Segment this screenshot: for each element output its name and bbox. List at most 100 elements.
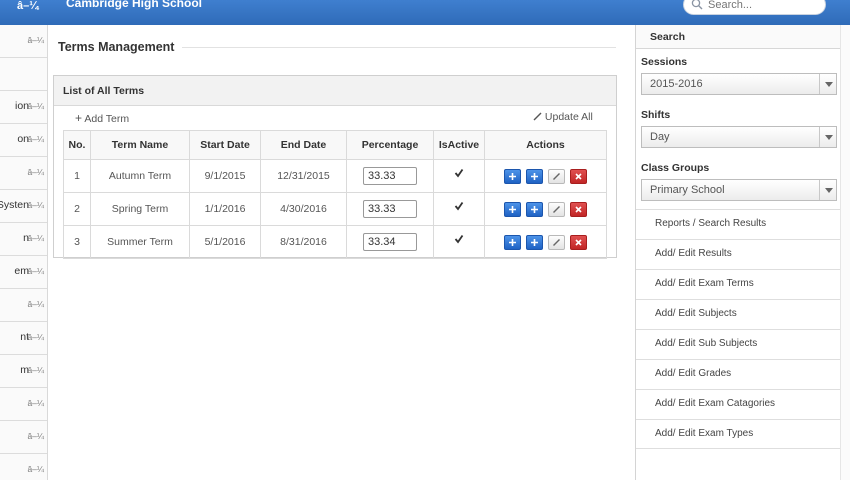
link-edit-subjects[interactable]: Add/ Edit Subjects [636,299,841,329]
page-title: Terms Management [58,40,175,54]
edit-button[interactable] [547,201,565,217]
checkbox-checked-icon[interactable] [454,201,464,211]
add-button[interactable] [504,201,522,217]
search-panel-header: Search [636,25,840,49]
sidebar-item[interactable]: â–¼ [0,157,47,190]
sidebar-item[interactable]: em â–¼ [0,256,47,289]
cell-no: 2 [63,192,91,226]
link-label: Add/ Edit Results [655,248,732,259]
chevron-down-icon: â–¼ [27,134,44,144]
link-edit-exam-terms[interactable]: Add/ Edit Exam Terms [636,269,841,299]
chevron-down-icon: â–¼ [27,266,44,276]
right-sidebar: Search Sessions 2015-2016 Shifts Day Cla… [635,25,841,480]
cell-start-date: 1/1/2016 [189,192,261,226]
link-edit-sub-subjects[interactable]: Add/ Edit Sub Subjects [636,329,841,359]
shifts-selected-value: Day [650,131,670,143]
cell-actions [484,225,607,259]
class-groups-selected-value: Primary School [650,184,725,196]
sidebar-item[interactable]: nt â–¼ [0,322,47,355]
chevron-down-icon: â–¼ [27,431,44,441]
chevron-down-icon: â–¼ [27,167,44,177]
class-groups-select[interactable]: Primary School [641,179,837,201]
sidebar-item[interactable]: â–¼ [0,289,47,322]
left-sidebar: â–¼ ion â–¼ on â–¼ â–¼ Systen â–¼ n â–¼ … [0,25,48,480]
plus-icon [531,205,539,213]
add-button[interactable] [526,234,544,250]
percentage-input[interactable] [363,233,417,251]
sidebar-item[interactable] [0,58,47,91]
column-header-term-name: Term Name [90,130,190,160]
sessions-label: Sessions [641,56,688,68]
sessions-select[interactable]: 2015-2016 [641,73,837,95]
link-edit-exam-catagories[interactable]: Add/ Edit Exam Catagories [636,389,841,419]
sidebar-item[interactable]: â–¼ [0,388,47,421]
cell-actions [484,159,607,193]
sidebar-item-label: Systen [0,199,29,211]
plus-icon [509,172,517,180]
panel-title: List of All Terms [63,85,145,97]
sidebar-item[interactable]: n â–¼ [0,223,47,256]
search-box[interactable] [683,0,826,15]
cell-percentage [346,192,434,226]
school-name[interactable]: Cambridge High School [66,0,202,10]
column-header-end-date: End Date [260,130,347,160]
close-icon [575,172,582,180]
scrollbar[interactable] [840,25,850,480]
chevron-down-icon: â–¼ [27,299,44,309]
delete-button[interactable] [569,234,587,250]
delete-button[interactable] [569,168,587,184]
search-input[interactable] [708,0,818,11]
add-button[interactable] [526,168,544,184]
link-edit-results[interactable]: Add/ Edit Results [636,239,841,269]
chevron-down-icon: â–¼ [27,365,44,375]
column-header-start-date: Start Date [189,130,261,160]
exam-links-list: Reports / Search Results Add/ Edit Resul… [636,209,841,449]
add-term-button[interactable]: + Add Term [75,111,129,125]
plus-icon [531,172,539,180]
table-row: 3 Summer Term 5/1/2016 8/31/2016 [63,225,607,259]
sidebar-item[interactable]: m â–¼ [0,355,47,388]
checkbox-checked-icon[interactable] [454,234,464,244]
sidebar-item[interactable]: ion â–¼ [0,91,47,124]
link-edit-grades[interactable]: Add/ Edit Grades [636,359,841,389]
column-header-isactive: IsActive [433,130,485,160]
cell-end-date: 12/31/2015 [260,159,347,193]
add-button[interactable] [526,201,544,217]
pencil-icon [552,238,560,246]
link-reports-search-results[interactable]: Reports / Search Results [636,209,841,239]
chevron-down-icon: â–¼ [27,35,44,45]
edit-button[interactable] [547,234,565,250]
percentage-input[interactable] [363,167,417,185]
sidebar-item[interactable]: on â–¼ [0,124,47,157]
delete-button[interactable] [569,201,587,217]
search-icon [691,0,703,10]
link-label: Add/ Edit Subjects [655,308,737,319]
sidebar-item[interactable]: â–¼ [0,421,47,454]
cell-percentage [346,225,434,259]
update-all-label: Update All [544,111,593,123]
checkbox-checked-icon[interactable] [454,168,464,178]
link-edit-exam-types[interactable]: Add/ Edit Exam Types [636,419,841,449]
sidebar-item[interactable]: â–¼ [0,454,47,480]
menu-toggle-glyph[interactable]: â–¼ [17,0,38,12]
link-label: Add/ Edit Exam Types [655,428,754,439]
top-navbar: â–¼ Cambridge High School [0,0,850,25]
pencil-icon [552,172,560,180]
sidebar-item[interactable]: Systen â–¼ [0,190,47,223]
edit-button[interactable] [547,168,565,184]
chevron-down-icon: â–¼ [27,200,44,210]
add-button[interactable] [504,168,522,184]
cell-percentage [346,159,434,193]
link-label: Add/ Edit Exam Terms [655,278,754,289]
cell-term-name: Spring Term [90,192,190,226]
link-label: Add/ Edit Exam Catagories [655,398,776,409]
percentage-input[interactable] [363,200,417,218]
update-all-button[interactable]: Update All [533,111,593,123]
add-button[interactable] [504,234,522,250]
cell-end-date: 8/31/2016 [260,225,347,259]
sidebar-item[interactable]: â–¼ [0,25,47,58]
shifts-select[interactable]: Day [641,126,837,148]
terms-table: No. Term Name Start Date End Date Percen… [63,130,607,259]
shifts-label: Shifts [641,109,671,121]
sessions-selected-value: 2015-2016 [650,78,703,90]
